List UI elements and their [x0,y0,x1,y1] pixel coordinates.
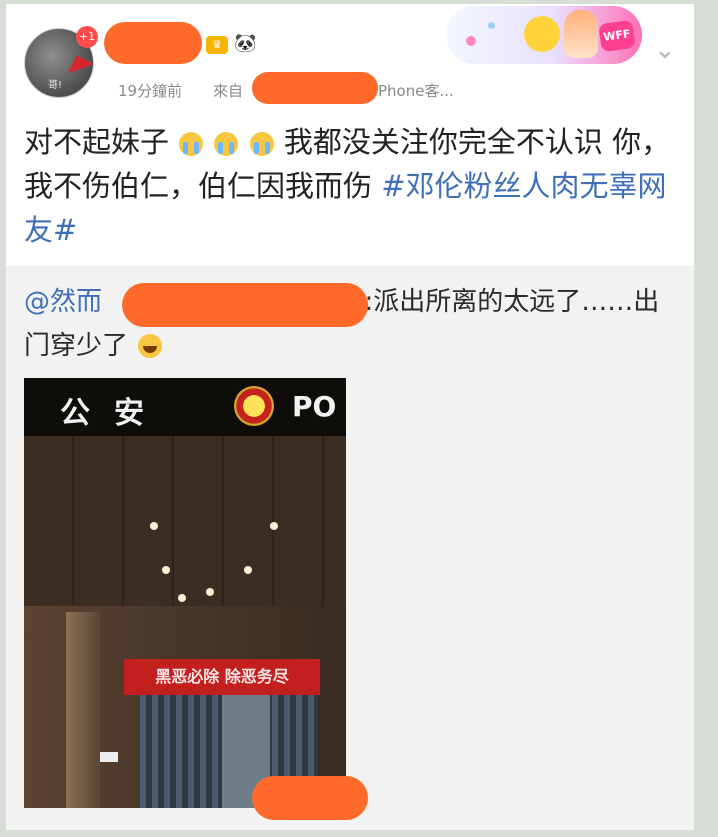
ceiling [24,436,346,606]
post-time: 19分鐘前 [118,82,183,100]
ceiling-light [162,566,170,574]
username-redaction [104,22,202,64]
mention-link[interactable]: @然而 [24,287,102,317]
crown-icon: ♛ [206,36,228,54]
ceiling-light [178,594,186,602]
crying-face-icon [179,132,204,156]
post-text-a: 对不起妹子 [24,125,170,159]
post-source-client: Phone客... [378,82,454,100]
building-column [66,612,100,808]
police-badge-icon [234,386,274,426]
red-slogan-banner: 黑恶必除 除恶务尽 [124,659,320,695]
celebrity-portrait [564,10,598,58]
post-content: 对不起妹子 我都没关注你完全不认识 你，我不伤伯仁，伯仁因我而伤 #邓伦粉丝人肉… [24,120,676,252]
crying-face-icon [249,132,274,156]
laugh-tears-icon [138,334,163,358]
notification-badge: +1 [76,26,98,48]
bottom-redaction [252,776,368,820]
source-redaction [252,72,378,104]
bubble-icon [466,36,476,46]
bubble-icon [488,22,495,29]
chevron-down-icon[interactable]: ⌄ [654,37,676,63]
ceiling-light [150,522,158,530]
sign-chinese: 公安 [60,396,168,431]
avatar-caption: 哥! [48,80,63,91]
cartoon-character-icon [524,16,560,52]
santa-hat-icon [63,51,93,73]
ceiling-light [206,588,214,596]
mention-redaction [122,283,368,327]
panda-icon: 🐼 [234,33,257,54]
ceiling-light [244,566,252,574]
decorative-banner[interactable]: WFF [446,6,642,64]
attached-photo[interactable]: 公安 PO 黑恶必除 除恶务尽 [24,378,346,808]
original-post: 哥! +1 ♛ 🐼 19分鐘前 來自 Phone客... WFF ⌄ 对不起妹子… [6,4,694,266]
crying-face-icon [214,132,239,156]
door-plaque [100,752,118,762]
post-source-prefix: 來自 [213,82,244,100]
police-sign: 公安 PO [24,378,346,436]
wff-logo: WFF [598,19,636,53]
ceiling-light [270,522,278,530]
post-text-b: 我都没关注你完全不认识 [283,125,603,159]
sign-english: PO [292,390,337,423]
weibo-post-card: 哥! +1 ♛ 🐼 19分鐘前 來自 Phone客... WFF ⌄ 对不起妹子… [6,4,694,830]
